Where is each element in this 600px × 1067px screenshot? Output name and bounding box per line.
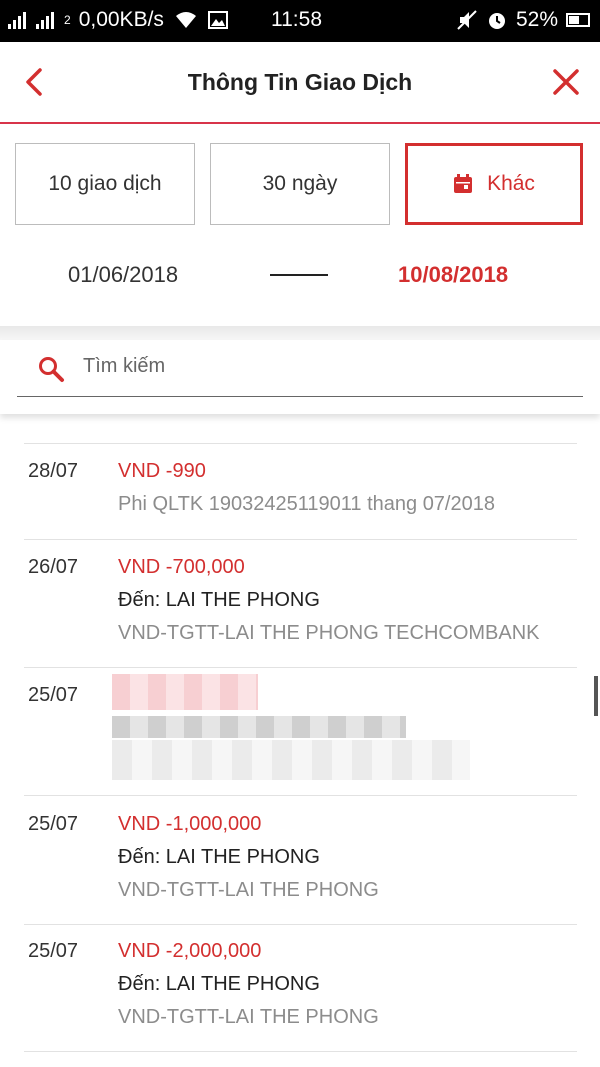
redacted-recipient [112, 716, 406, 738]
transaction-amount: VND -2,000,000 [118, 940, 262, 962]
filter-other-button[interactable]: Khác [405, 143, 583, 225]
app-header: Thông Tin Giao Dịch [0, 42, 600, 124]
transaction-description: VND-TGTT-LAI THE PHONG [118, 1006, 379, 1028]
transaction-description: VND-TGTT-LAI THE PHONG [118, 879, 379, 901]
network-speed: 0,00KB/s [78, 8, 164, 31]
transaction-recipient: Đến: LAI THE PHONG [118, 846, 320, 868]
date-range-separator [270, 274, 328, 276]
transaction-recipient: Đến: LAI THE PHONG [118, 589, 320, 611]
filter-last-days-button[interactable]: 30 ngày [210, 143, 390, 225]
status-bar: 2 0,00KB/s 11:58 52% [0, 0, 600, 42]
image-icon [207, 11, 228, 29]
scrollbar[interactable] [594, 676, 598, 716]
list-divider [24, 795, 577, 796]
search-input[interactable]: Tìm kiếm [83, 355, 165, 378]
page-title: Thông Tin Giao Dịch [187, 69, 413, 95]
transaction-date: 25/07 [28, 684, 79, 706]
redacted-amount [112, 674, 258, 710]
transaction-item[interactable]: 28/07 VND -990 Phi QLTK 19032425119011 t… [0, 455, 600, 541]
search-icon [39, 357, 64, 382]
wifi-icon [175, 12, 196, 28]
signal-icon [8, 11, 26, 29]
sim-label: 2 [64, 13, 71, 27]
transaction-item[interactable]: 25/07 VND -1,000,000 Đến: LAI THE PHONG … [0, 808, 600, 926]
transaction-date: 28/07 [28, 460, 79, 482]
filter-label: Khác [487, 172, 535, 195]
transaction-description: VND-TGTT-LAI THE PHONG TECHCOMBANK [118, 622, 540, 644]
transaction-description: Phi QLTK 19032425119011 thang 07/2018 [118, 493, 495, 515]
signal-icon-sim2 [36, 11, 54, 29]
list-divider [24, 1051, 577, 1052]
battery-icon [566, 13, 590, 27]
date-from[interactable]: 01/06/2018 [68, 262, 178, 288]
status-right: 52% [456, 8, 590, 32]
filter-label: 30 ngày [262, 172, 338, 195]
list-divider [24, 443, 577, 444]
redacted-description [112, 740, 470, 780]
transaction-date: 25/07 [28, 940, 79, 962]
transaction-date: 26/07 [28, 556, 79, 578]
search-bar[interactable]: Tìm kiếm [0, 340, 600, 414]
transaction-amount: VND -1,000,000 [118, 813, 262, 835]
status-left: 2 0,00KB/s [8, 8, 228, 32]
battery-percent: 52% [515, 8, 558, 31]
search-underline [17, 396, 583, 397]
alarm-icon [488, 13, 505, 29]
calendar-icon [454, 174, 473, 193]
transaction-amount: VND -990 [118, 460, 206, 482]
mute-icon [457, 10, 477, 30]
status-time: 11:58 [271, 8, 322, 31]
transaction-recipient: Đến: LAI THE PHONG [118, 973, 320, 995]
filter-label: 10 giao dịch [48, 172, 162, 195]
transaction-amount: VND -700,000 [118, 556, 245, 578]
date-range: 01/06/2018 10/08/2018 [0, 262, 600, 292]
list-divider [24, 539, 577, 540]
close-icon[interactable] [548, 64, 584, 100]
filter-last-transactions-button[interactable]: 10 giao dịch [15, 143, 195, 225]
transaction-item[interactable]: 26/07 VND -700,000 Đến: LAI THE PHONG VN… [0, 551, 600, 669]
date-to[interactable]: 10/08/2018 [398, 262, 508, 288]
section-shadow [0, 326, 600, 340]
filter-bar: 10 giao dịch 30 ngày Khác [15, 143, 585, 225]
list-divider [24, 667, 577, 668]
list-divider [24, 924, 577, 925]
transaction-item[interactable]: 25/07 VND -2,000,000 Đến: LAI THE PHONG … [0, 935, 600, 1053]
transaction-date: 25/07 [28, 813, 79, 835]
